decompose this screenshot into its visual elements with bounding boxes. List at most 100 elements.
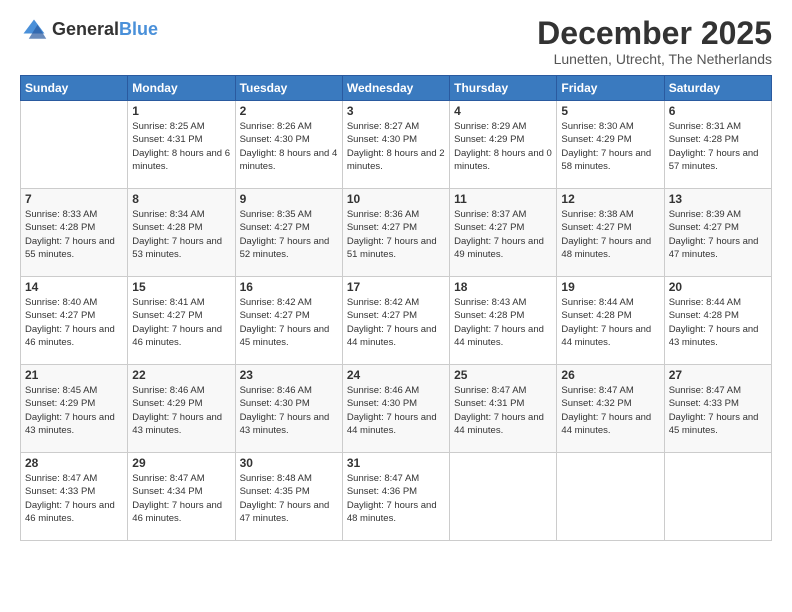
day-number: 12 (561, 192, 659, 206)
calendar-cell: 26 Sunrise: 8:47 AMSunset: 4:32 PMDayligh… (557, 365, 664, 453)
title-block: December 2025 Lunetten, Utrecht, The Net… (537, 16, 772, 67)
day-header: Sunday (21, 76, 128, 101)
calendar-cell: 23Sunrise: 8:46 AMSunset: 4:30 PMDayligh… (235, 365, 342, 453)
day-number: 27 (669, 368, 767, 382)
calendar-cell: 25 Sunrise: 8:47 AMSunset: 4:31 PMDayligh… (450, 365, 557, 453)
day-detail: Sunrise: 8:38 AMSunset: 4:27 PMDaylight:… (561, 208, 659, 261)
logo: GeneralBlue (20, 16, 158, 44)
calendar-cell: 30Sunrise: 8:48 AMSunset: 4:35 PMDayligh… (235, 453, 342, 541)
calendar-cell: 28Sunrise: 8:47 AMSunset: 4:33 PMDayligh… (21, 453, 128, 541)
day-detail: Sunrise: 8:47 AMSunset: 4:32 PMDaylight:… (561, 384, 659, 437)
day-number: 14 (25, 280, 123, 294)
day-detail: Sunrise: 8:42 AMSunset: 4:27 PMDaylight:… (347, 296, 445, 349)
calendar-cell: 17 Sunrise: 8:42 AMSunset: 4:27 PMDayligh… (342, 277, 449, 365)
day-detail: Sunrise: 8:34 AMSunset: 4:28 PMDaylight:… (132, 208, 230, 261)
logo-general: GeneralBlue (52, 20, 158, 40)
calendar-cell (664, 453, 771, 541)
day-number: 25 (454, 368, 552, 382)
day-detail: Sunrise: 8:29 AMSunset: 4:29 PMDaylight:… (454, 120, 552, 173)
calendar-cell: 9 Sunrise: 8:35 AMSunset: 4:27 PMDaylight… (235, 189, 342, 277)
calendar-cell (557, 453, 664, 541)
calendar-cell: 6Sunrise: 8:31 AMSunset: 4:28 PMDaylight… (664, 101, 771, 189)
day-number: 11 (454, 192, 552, 206)
calendar: SundayMondayTuesdayWednesdayThursdayFrid… (20, 75, 772, 541)
calendar-week-row: 14 Sunrise: 8:40 AMSunset: 4:27 PMDayligh… (21, 277, 772, 365)
day-header: Friday (557, 76, 664, 101)
day-detail: Sunrise: 8:42 AMSunset: 4:27 PMDaylight:… (240, 296, 338, 349)
day-detail: Sunrise: 8:45 AMSunset: 4:29 PMDaylight:… (25, 384, 123, 437)
day-number: 17 (347, 280, 445, 294)
day-detail: Sunrise: 8:35 AMSunset: 4:27 PMDaylight:… (240, 208, 338, 261)
day-detail: Sunrise: 8:44 AMSunset: 4:28 PMDaylight:… (669, 296, 767, 349)
calendar-cell: 31Sunrise: 8:47 AMSunset: 4:36 PMDayligh… (342, 453, 449, 541)
day-detail: Sunrise: 8:37 AMSunset: 4:27 PMDaylight:… (454, 208, 552, 261)
day-number: 10 (347, 192, 445, 206)
calendar-cell: 16Sunrise: 8:42 AMSunset: 4:27 PMDayligh… (235, 277, 342, 365)
day-detail: Sunrise: 8:31 AMSunset: 4:28 PMDaylight:… (669, 120, 767, 173)
day-detail: Sunrise: 8:46 AMSunset: 4:29 PMDaylight:… (132, 384, 230, 437)
calendar-cell: 8 Sunrise: 8:34 AMSunset: 4:28 PMDaylight… (128, 189, 235, 277)
day-detail: Sunrise: 8:30 AMSunset: 4:29 PMDaylight:… (561, 120, 659, 173)
calendar-cell: 24 Sunrise: 8:46 AMSunset: 4:30 PMDayligh… (342, 365, 449, 453)
day-header: Tuesday (235, 76, 342, 101)
calendar-cell: 18Sunrise: 8:43 AMSunset: 4:28 PMDayligh… (450, 277, 557, 365)
day-number: 5 (561, 104, 659, 118)
calendar-cell: 3 Sunrise: 8:27 AMSunset: 4:30 PMDaylight… (342, 101, 449, 189)
day-number: 29 (132, 456, 230, 470)
calendar-cell (450, 453, 557, 541)
day-detail: Sunrise: 8:41 AMSunset: 4:27 PMDaylight:… (132, 296, 230, 349)
calendar-cell: 11 Sunrise: 8:37 AMSunset: 4:27 PMDayligh… (450, 189, 557, 277)
day-number: 23 (240, 368, 338, 382)
day-detail: Sunrise: 8:46 AMSunset: 4:30 PMDaylight:… (347, 384, 445, 437)
day-number: 3 (347, 104, 445, 118)
day-number: 9 (240, 192, 338, 206)
location: Lunetten, Utrecht, The Netherlands (537, 51, 772, 67)
calendar-cell: 19 Sunrise: 8:44 AMSunset: 4:28 PMDayligh… (557, 277, 664, 365)
calendar-week-row: 7Sunrise: 8:33 AMSunset: 4:28 PMDaylight… (21, 189, 772, 277)
day-detail: Sunrise: 8:47 AMSunset: 4:33 PMDaylight:… (669, 384, 767, 437)
calendar-cell: 15 Sunrise: 8:41 AMSunset: 4:27 PMDayligh… (128, 277, 235, 365)
day-header: Thursday (450, 76, 557, 101)
calendar-cell: 4Sunrise: 8:29 AMSunset: 4:29 PMDaylight… (450, 101, 557, 189)
calendar-cell: 27 Sunrise: 8:47 AMSunset: 4:33 PMDayligh… (664, 365, 771, 453)
day-number: 13 (669, 192, 767, 206)
day-number: 24 (347, 368, 445, 382)
day-detail: Sunrise: 8:26 AMSunset: 4:30 PMDaylight:… (240, 120, 338, 173)
day-number: 26 (561, 368, 659, 382)
calendar-cell: 20 Sunrise: 8:44 AMSunset: 4:28 PMDayligh… (664, 277, 771, 365)
calendar-header-row: SundayMondayTuesdayWednesdayThursdayFrid… (21, 76, 772, 101)
calendar-cell: 21Sunrise: 8:45 AMSunset: 4:29 PMDayligh… (21, 365, 128, 453)
day-number: 22 (132, 368, 230, 382)
calendar-cell: 2 Sunrise: 8:26 AMSunset: 4:30 PMDaylight… (235, 101, 342, 189)
day-number: 15 (132, 280, 230, 294)
month-title: December 2025 (537, 16, 772, 51)
day-detail: Sunrise: 8:27 AMSunset: 4:30 PMDaylight:… (347, 120, 445, 173)
calendar-week-row: 21Sunrise: 8:45 AMSunset: 4:29 PMDayligh… (21, 365, 772, 453)
calendar-cell (21, 101, 128, 189)
calendar-cell: 13Sunrise: 8:39 AMSunset: 4:27 PMDayligh… (664, 189, 771, 277)
day-number: 2 (240, 104, 338, 118)
day-detail: Sunrise: 8:36 AMSunset: 4:27 PMDaylight:… (347, 208, 445, 261)
day-detail: Sunrise: 8:40 AMSunset: 4:27 PMDaylight:… (25, 296, 123, 349)
day-detail: Sunrise: 8:47 AMSunset: 4:36 PMDaylight:… (347, 472, 445, 525)
day-number: 8 (132, 192, 230, 206)
day-number: 19 (561, 280, 659, 294)
day-number: 1 (132, 104, 230, 118)
calendar-cell: 12 Sunrise: 8:38 AMSunset: 4:27 PMDayligh… (557, 189, 664, 277)
header: GeneralBlue December 2025 Lunetten, Utre… (20, 16, 772, 67)
calendar-cell: 5 Sunrise: 8:30 AMSunset: 4:29 PMDaylight… (557, 101, 664, 189)
day-header: Wednesday (342, 76, 449, 101)
day-header: Saturday (664, 76, 771, 101)
day-detail: Sunrise: 8:47 AMSunset: 4:34 PMDaylight:… (132, 472, 230, 525)
day-detail: Sunrise: 8:47 AMSunset: 4:33 PMDaylight:… (25, 472, 123, 525)
day-number: 30 (240, 456, 338, 470)
day-header: Monday (128, 76, 235, 101)
calendar-cell: 10 Sunrise: 8:36 AMSunset: 4:27 PMDayligh… (342, 189, 449, 277)
calendar-cell: 1Sunrise: 8:25 AMSunset: 4:31 PMDaylight… (128, 101, 235, 189)
day-detail: Sunrise: 8:44 AMSunset: 4:28 PMDaylight:… (561, 296, 659, 349)
day-number: 20 (669, 280, 767, 294)
day-detail: Sunrise: 8:47 AMSunset: 4:31 PMDaylight:… (454, 384, 552, 437)
page-container: GeneralBlue December 2025 Lunetten, Utre… (0, 0, 792, 612)
logo-icon (20, 16, 48, 44)
calendar-cell: 22 Sunrise: 8:46 AMSunset: 4:29 PMDayligh… (128, 365, 235, 453)
